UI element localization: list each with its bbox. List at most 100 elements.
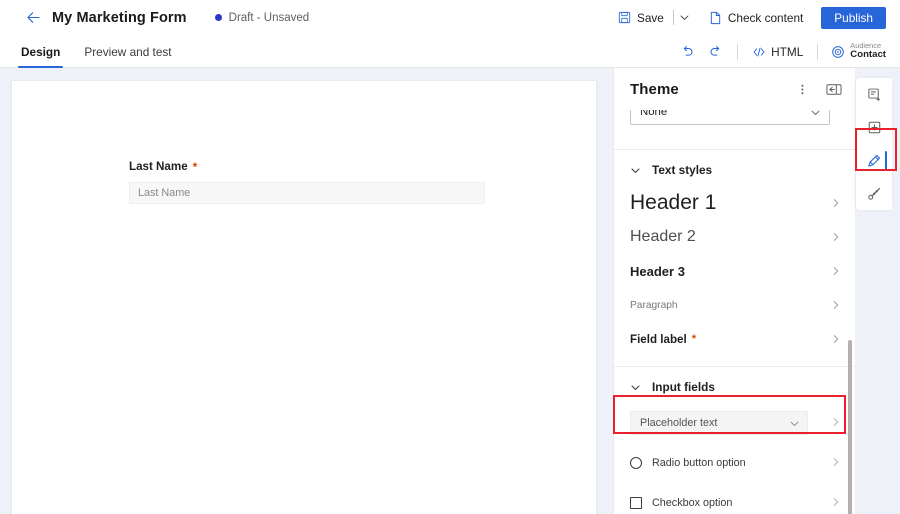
chevron-right-icon — [831, 334, 841, 344]
chevron-down-icon — [630, 382, 641, 393]
panel-scrollbar-thumb[interactable] — [848, 340, 852, 514]
active-rail-indicator — [885, 151, 888, 170]
undo-button[interactable] — [674, 39, 700, 65]
theme-properties-panel: Theme — [613, 68, 855, 514]
right-icon-rail — [856, 68, 900, 514]
style-row-paragraph[interactable]: Paragraph — [614, 288, 855, 322]
save-label: Save — [637, 11, 664, 25]
editor-tools: HTML Audience Contact — [674, 35, 890, 68]
tab-design[interactable]: Design — [18, 35, 63, 68]
undo-arrow-icon — [680, 44, 695, 59]
input-row-placeholder-text[interactable]: Placeholder text — [614, 403, 855, 443]
theme-select[interactable]: None — [630, 110, 830, 125]
chevron-down-icon — [679, 12, 690, 23]
section-header-text-styles[interactable]: Text styles — [614, 154, 855, 186]
magic-wand-style-icon — [867, 186, 882, 201]
section-header-input-fields[interactable]: Input fields — [614, 371, 855, 403]
panel-divider-1 — [614, 149, 855, 150]
field-label: Last Name * — [129, 160, 485, 173]
required-asterisk-icon: * — [692, 334, 696, 345]
placeholder-text-control[interactable]: Placeholder text — [630, 411, 808, 435]
field-label-text: Last Name — [129, 160, 188, 173]
add-form-element-icon — [867, 87, 882, 102]
collapse-panel-icon — [826, 83, 842, 96]
required-asterisk-icon: * — [193, 161, 198, 173]
section-title-input-fields: Input fields — [652, 380, 715, 394]
radio-option-label: Radio button option — [652, 457, 746, 469]
placeholder-text-label: Placeholder text — [640, 417, 717, 429]
theme-select-row: None — [614, 110, 855, 138]
rail-button-add-form-element[interactable] — [856, 78, 892, 111]
chevron-right-icon — [831, 494, 841, 512]
style-row-label: Field label — [630, 333, 687, 346]
arrow-left-icon — [25, 9, 42, 26]
checkbox-icon[interactable] — [630, 497, 642, 509]
add-section-icon — [867, 120, 882, 135]
tools-divider-1 — [737, 44, 738, 60]
style-row-header-2[interactable]: Header 2 — [614, 220, 855, 254]
chevron-right-icon — [831, 300, 841, 310]
last-name-placeholder: Last Name — [138, 187, 190, 199]
chevron-right-icon — [831, 198, 841, 208]
panel-title: Theme — [630, 81, 679, 98]
check-content-button[interactable]: Check content — [701, 5, 811, 31]
tab-preview-and-test[interactable]: Preview and test — [81, 35, 174, 68]
save-options-caret[interactable] — [675, 5, 695, 31]
rail-button-group — [856, 78, 892, 210]
tools-divider-2 — [817, 44, 818, 60]
save-button[interactable]: Save — [610, 5, 672, 31]
status-dot-icon — [215, 14, 222, 21]
section-title-text-styles: Text styles — [652, 163, 712, 177]
save-split-divider — [673, 10, 674, 25]
panel-divider-2 — [614, 366, 855, 367]
chevron-right-icon — [831, 414, 841, 432]
style-brush-icon — [866, 153, 882, 169]
theme-select-value: None — [640, 110, 667, 118]
collapse-panel-button[interactable] — [823, 78, 845, 100]
save-disk-icon — [618, 11, 631, 24]
rail-button-magic-wand-style[interactable] — [856, 177, 892, 210]
target-audience-icon — [831, 45, 845, 59]
rail-button-add-section[interactable] — [856, 111, 892, 144]
style-row-label: Header 2 — [630, 228, 696, 246]
rail-button-style-brush[interactable] — [856, 144, 892, 177]
page-title: My Marketing Form — [52, 10, 187, 26]
document-check-icon — [709, 11, 722, 25]
audience-value-label: Contact — [850, 50, 886, 60]
html-label: HTML — [771, 45, 803, 59]
style-row-field-label[interactable]: Field label * — [614, 322, 855, 356]
chevron-down-icon — [810, 110, 821, 118]
radio-button-icon[interactable] — [630, 457, 642, 469]
more-options-button[interactable] — [791, 78, 813, 100]
status-label: Draft - Unsaved — [229, 12, 310, 24]
chevron-down-icon — [630, 165, 641, 176]
style-row-header-3[interactable]: Header 3 — [614, 254, 855, 288]
code-brackets-icon — [752, 46, 766, 58]
chevron-down-icon — [789, 418, 800, 429]
html-button[interactable]: HTML — [747, 39, 808, 65]
audience-labels: Audience Contact — [850, 42, 886, 60]
redo-arrow-icon — [708, 44, 723, 59]
audience-selector[interactable]: Audience Contact — [827, 42, 890, 60]
more-vertical-icon — [796, 83, 809, 96]
chevron-right-icon — [831, 232, 841, 242]
redo-button[interactable] — [702, 39, 728, 65]
back-button[interactable] — [16, 3, 50, 33]
chevron-right-icon — [831, 266, 841, 276]
panel-header: Theme — [614, 68, 855, 110]
form-field-last-name[interactable]: Last Name * Last Name — [129, 160, 485, 204]
tab-bar: Design Preview and test — [0, 35, 900, 68]
input-row-checkbox-option[interactable]: Checkbox option — [614, 483, 855, 514]
checkbox-option-wrap: Checkbox option — [630, 497, 732, 509]
panel-header-actions — [791, 68, 845, 110]
last-name-input[interactable]: Last Name — [129, 182, 485, 204]
style-row-label: Header 1 — [630, 191, 716, 215]
tab-list: Design Preview and test — [18, 35, 175, 68]
publish-button[interactable]: Publish — [821, 7, 886, 29]
form-preview-card[interactable]: Last Name * Last Name — [11, 80, 597, 514]
top-command-actions: Save Check content Publish — [610, 0, 886, 35]
form-canvas-area: Last Name * Last Name — [0, 68, 612, 514]
check-content-label: Check content — [728, 11, 803, 25]
input-row-radio-button-option[interactable]: Radio button option — [614, 443, 855, 483]
style-row-header-1[interactable]: Header 1 — [614, 186, 855, 220]
